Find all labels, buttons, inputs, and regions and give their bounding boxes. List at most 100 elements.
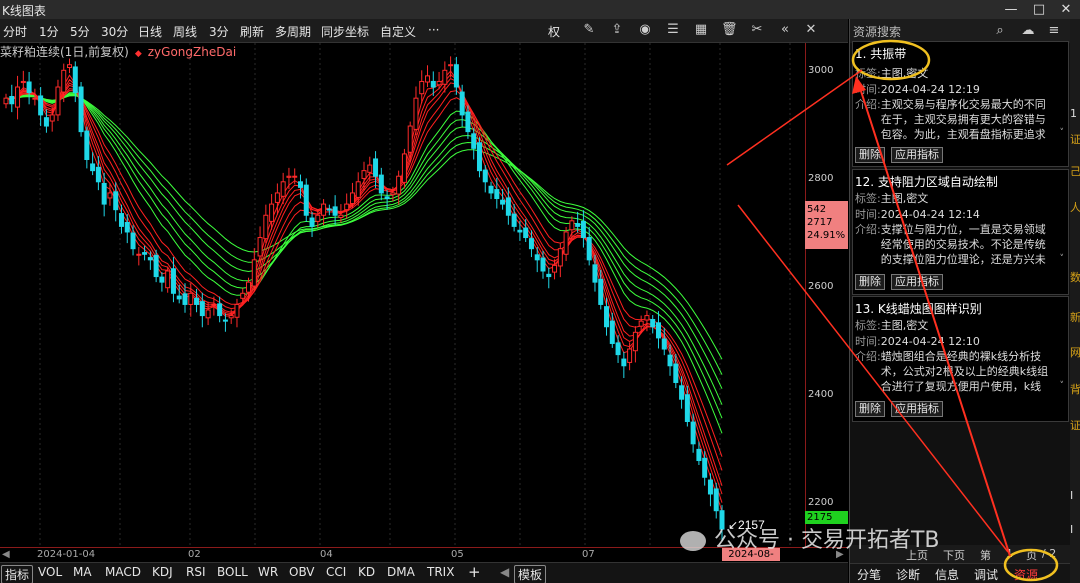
strip-char: I bbox=[1070, 489, 1074, 502]
toolbar-sync-axis[interactable]: 同步坐标 bbox=[321, 23, 369, 40]
chart-legend: 菜籽粕连续(1日,前复权) ◆ zyGongZheDai bbox=[0, 43, 236, 59]
layout-icon[interactable]: ▦ bbox=[693, 22, 709, 38]
add-indicator-button[interactable]: + bbox=[468, 563, 481, 581]
delete-button[interactable]: 删除 bbox=[855, 401, 885, 417]
tab-rsi[interactable]: RSI bbox=[186, 565, 206, 579]
candle-body bbox=[280, 181, 286, 197]
toolbar-30min[interactable]: 30分 bbox=[101, 23, 128, 40]
toolbar-fenshi[interactable]: 分时 bbox=[3, 23, 27, 40]
apply-indicator-button[interactable]: 应用指标 bbox=[891, 274, 943, 290]
desc-label: 介绍: bbox=[855, 223, 881, 236]
toolbar-more[interactable]: ··· bbox=[428, 23, 439, 37]
time-tick: 2024-01-04 bbox=[37, 549, 96, 560]
page-number[interactable]: 1 bbox=[1006, 547, 1013, 560]
tab-kdj[interactable]: KDJ bbox=[152, 565, 173, 579]
tab-debug[interactable]: 调试 bbox=[974, 566, 998, 583]
toolbar-multi-period[interactable]: 多周期 bbox=[275, 23, 311, 40]
candle-body bbox=[563, 231, 569, 255]
scroll-left-icon[interactable]: ◀ bbox=[2, 549, 10, 560]
tab-dma[interactable]: DMA bbox=[387, 565, 415, 579]
panel-header: 资源搜索 ⌕ ☁ ≡ bbox=[850, 19, 1071, 43]
minimize-button[interactable]: — bbox=[998, 0, 1024, 19]
apply-indicator-button[interactable]: 应用指标 bbox=[891, 401, 943, 417]
kline-chart[interactable]: ↙2157 bbox=[0, 43, 848, 547]
apply-indicator-button[interactable]: 应用指标 bbox=[891, 147, 943, 163]
candle-body bbox=[667, 354, 673, 367]
candle-body bbox=[170, 268, 176, 294]
search-icon[interactable]: ⌕ bbox=[992, 23, 1008, 39]
tab-macd[interactable]: MACD bbox=[105, 565, 141, 579]
card-tags: 主图,密文 bbox=[880, 67, 929, 80]
tab-info[interactable]: 信息 bbox=[935, 566, 959, 583]
menu-icon[interactable]: ≡ bbox=[1046, 23, 1062, 39]
toolbar-custom[interactable]: 自定义 bbox=[380, 23, 416, 40]
tab-obv[interactable]: OBV bbox=[289, 565, 315, 579]
candle-body bbox=[263, 214, 269, 240]
delete-button[interactable]: 删除 bbox=[855, 147, 885, 163]
close-button[interactable]: ✕ bbox=[1053, 0, 1079, 19]
expand-icon[interactable]: ˅ bbox=[1060, 128, 1065, 138]
crosshair-value-1: 542 bbox=[807, 204, 827, 215]
cloud-icon[interactable]: ☁ bbox=[1020, 23, 1036, 39]
toolbar-daily[interactable]: 日线 bbox=[138, 23, 162, 40]
candle-body bbox=[165, 270, 171, 289]
candle-body bbox=[246, 281, 252, 293]
candle-body bbox=[401, 153, 407, 183]
tab-diagnose[interactable]: 诊断 bbox=[896, 566, 920, 583]
template-button[interactable]: 模板 bbox=[514, 565, 547, 583]
page-total: / 2 bbox=[1042, 547, 1057, 560]
cut-icon[interactable]: ✂ bbox=[749, 22, 765, 38]
upload-icon[interactable]: ⇪ bbox=[609, 22, 625, 38]
candle-body bbox=[517, 229, 523, 233]
price-tick: 3000 bbox=[808, 65, 834, 76]
tab-vol[interactable]: VOL bbox=[38, 565, 62, 579]
next-page-button[interactable]: 下页 bbox=[943, 547, 965, 563]
candle-body bbox=[436, 80, 442, 86]
tab-kd[interactable]: KD bbox=[358, 565, 375, 579]
tab-wr[interactable]: WR bbox=[258, 565, 278, 579]
time-tick: 05 bbox=[451, 549, 464, 560]
card-title: 13. K线蜡烛图图样识别 bbox=[855, 302, 982, 316]
tab-resource[interactable]: 资源 bbox=[1014, 566, 1038, 583]
toolbar-rights[interactable]: 权 bbox=[548, 23, 560, 40]
close-panel-icon[interactable]: ✕ bbox=[803, 22, 819, 38]
time-label: 时间: bbox=[855, 208, 881, 221]
trash-icon[interactable]: 🗑 bbox=[721, 22, 738, 38]
candle-body bbox=[459, 91, 465, 116]
toolbar-3min[interactable]: 3分 bbox=[209, 23, 229, 40]
tab-ticks[interactable]: 分笔 bbox=[857, 566, 881, 583]
crosshair-price-box: 542 2717 24.91% bbox=[805, 201, 848, 249]
candle-body bbox=[176, 295, 182, 300]
window-title: K线图表 bbox=[2, 4, 46, 18]
maximize-button[interactable]: □ bbox=[1026, 0, 1052, 19]
candlestick-plot[interactable]: ↙2157 bbox=[0, 43, 805, 547]
eye-icon[interactable]: ◉ bbox=[637, 22, 653, 38]
tab-boll[interactable]: BOLL bbox=[217, 565, 248, 579]
resource-card[interactable]: 13. K线蜡烛图图样识别 标签:主图,密文 时间:2024-04-24 12:… bbox=[852, 296, 1069, 422]
delete-button[interactable]: 删除 bbox=[855, 274, 885, 290]
toolbar-weekly[interactable]: 周线 bbox=[173, 23, 197, 40]
candle-body bbox=[95, 166, 101, 183]
indicator-menu-button[interactable]: 指标 bbox=[1, 565, 34, 583]
tab-trix[interactable]: TRIX bbox=[427, 565, 454, 579]
toolbar-refresh[interactable]: 刷新 bbox=[240, 23, 264, 40]
resource-card[interactable]: 12. 支持阻力区域自动绘制 标签:主图,密文 时间:2024-04-24 12… bbox=[852, 169, 1069, 295]
expand-icon[interactable]: ˅ bbox=[1060, 381, 1065, 391]
red-band-line bbox=[5, 82, 723, 486]
candle-body bbox=[344, 203, 350, 211]
toolbar-1min[interactable]: 1分 bbox=[39, 23, 59, 40]
tab-cci[interactable]: CCI bbox=[326, 565, 346, 579]
sliders-icon[interactable]: ☰ bbox=[665, 22, 681, 38]
resource-search-label[interactable]: 资源搜索 bbox=[853, 23, 901, 40]
candle-body bbox=[78, 86, 84, 133]
toolbar-5min[interactable]: 5分 bbox=[70, 23, 90, 40]
resource-card[interactable]: 1. 共振带 标签:主图,密文 时间:2024-04-24 12:19 介绍:主… bbox=[852, 41, 1069, 167]
scroll-left-icon[interactable]: ◀ bbox=[500, 565, 509, 579]
tab-ma[interactable]: MA bbox=[73, 565, 92, 579]
pencil-icon[interactable]: ✎ bbox=[581, 22, 597, 38]
candle-body bbox=[586, 237, 592, 261]
candle-body bbox=[182, 293, 188, 305]
expand-icon[interactable]: ˅ bbox=[1060, 254, 1065, 264]
candle-body bbox=[234, 303, 240, 318]
collapse-left-icon[interactable]: « bbox=[777, 22, 793, 38]
